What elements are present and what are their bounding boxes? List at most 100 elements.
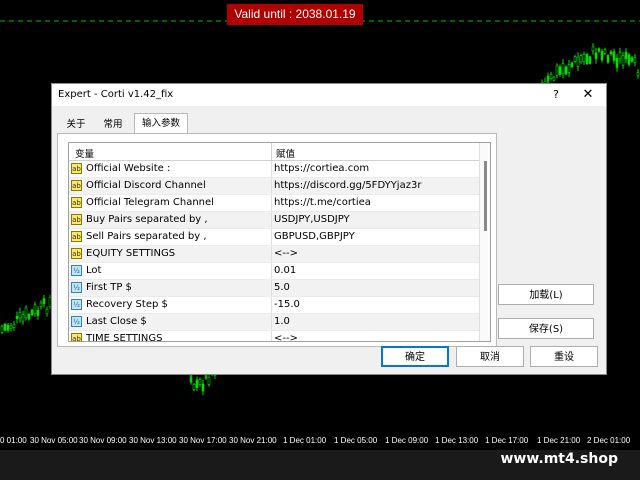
variable-value[interactable]: https://cortiea.com (274, 163, 369, 174)
header-variable[interactable]: 变量 (75, 146, 94, 160)
candle-body (564, 66, 568, 75)
candle-body (570, 62, 574, 67)
candle-body (600, 51, 604, 61)
time-tick: 0 01:00 (0, 436, 27, 445)
variable-name: Sell Pairs separated by , (86, 231, 207, 242)
dialog-title: Expert - Corti v1.42_fix (58, 89, 174, 100)
candle-body (579, 55, 583, 63)
time-tick: 1 Dec 21:00 (537, 436, 581, 445)
table-row[interactable]: ab TIME SETTINGS <--> (69, 331, 479, 341)
candle-body (39, 302, 43, 308)
candle-body (633, 57, 637, 63)
candle-body (606, 55, 610, 63)
save-button[interactable]: 保存(S) (498, 318, 594, 339)
table-row[interactable]: ab Sell Pairs separated by , GBPUSD,GBPJ… (69, 229, 479, 246)
table-row[interactable]: ab EQUITY SETTINGS <--> (69, 246, 479, 263)
table-row[interactable]: ab Official Website : https://cortiea.co… (69, 161, 479, 178)
variable-name: Official Website : (86, 163, 171, 174)
close-icon[interactable]: ✕ (580, 87, 596, 103)
time-tick: 30 Nov 21:00 (229, 436, 277, 445)
candle-body (195, 379, 199, 388)
candle-body (24, 307, 28, 319)
tab-common[interactable]: 常用 (97, 116, 129, 133)
string-type-icon: ab (71, 180, 82, 191)
candle-body (588, 56, 592, 64)
string-type-icon: ab (71, 231, 82, 242)
table-header: 变量 赋值 (69, 143, 479, 161)
candle-body (552, 76, 556, 81)
candle-body (9, 325, 13, 329)
tab-inputs[interactable]: 输入参数 (134, 113, 188, 134)
candle-body (549, 73, 553, 79)
candle-body (621, 55, 625, 66)
table-row[interactable]: ½ Lot 0.01 (69, 263, 479, 280)
candle-body (42, 298, 46, 305)
expert-properties-dialog: Expert - Corti v1.42_fix ? ✕ 关于 常用 输入参数 … (51, 83, 607, 375)
candle-body (624, 51, 628, 60)
variable-value[interactable]: USDJPY,USDJPY (274, 214, 350, 225)
table-row[interactable]: ab Official Telegram Channel https://t.m… (69, 195, 479, 212)
string-type-icon: ab (71, 214, 82, 225)
time-tick: 2 Dec 01:00 (587, 436, 631, 445)
variable-value[interactable]: GBPUSD,GBPJPY (274, 231, 355, 242)
inputs-table: 变量 赋值 ab Official Website : https://cort… (68, 142, 491, 342)
table-row[interactable]: ½ Recovery Step $ -15.0 (69, 297, 479, 314)
reset-button[interactable]: 重设 (530, 346, 598, 367)
variable-value[interactable]: 1.0 (274, 316, 290, 327)
candle-body (546, 75, 550, 83)
candle-body (0, 325, 4, 333)
candle-body (636, 72, 640, 76)
number-type-icon: ½ (71, 316, 82, 327)
candle-body (21, 314, 25, 322)
time-tick: 1 Dec 13:00 (435, 436, 479, 445)
candle-body (33, 304, 37, 315)
time-tick: 30 Nov 13:00 (129, 436, 177, 445)
candle-body (6, 324, 10, 331)
cancel-button[interactable]: 取消 (456, 346, 524, 367)
candle-body (15, 315, 19, 319)
candle-body (12, 323, 16, 328)
candle-body (201, 383, 205, 392)
candle-body (609, 51, 613, 55)
inputs-panel: 变量 赋值 ab Official Website : https://cort… (57, 133, 497, 347)
candle-body (597, 48, 601, 52)
table-row[interactable]: ½ First TP $ 5.0 (69, 280, 479, 297)
ok-button[interactable]: 确定 (381, 346, 449, 367)
candle-body (567, 64, 571, 73)
help-button[interactable]: ? (548, 87, 564, 103)
valid-until-label: Valid until : 2038.01.19 (227, 4, 363, 25)
scrollbar-thumb[interactable] (484, 161, 487, 231)
load-button[interactable]: 加载(L) (498, 284, 594, 305)
candle-body (561, 63, 565, 74)
tab-about[interactable]: 关于 (61, 116, 91, 133)
variable-name: Recovery Step $ (86, 299, 168, 310)
candle-body (582, 54, 586, 63)
variable-value[interactable]: -15.0 (274, 299, 300, 310)
table-scrollbar[interactable] (479, 143, 490, 341)
dialog-titlebar[interactable]: Expert - Corti v1.42_fix ? ✕ (52, 84, 606, 106)
candle-body (573, 56, 577, 62)
variable-name: Official Discord Channel (86, 180, 206, 191)
variable-name: Buy Pairs separated by , (86, 214, 208, 225)
number-type-icon: ½ (71, 265, 82, 276)
variable-name: Official Telegram Channel (86, 197, 214, 208)
variable-value[interactable]: https://discord.gg/5FDYYjaz3r (274, 180, 421, 191)
variable-value[interactable]: <--> (274, 333, 298, 341)
string-type-icon: ab (71, 248, 82, 259)
header-value[interactable]: 赋值 (276, 146, 295, 160)
variable-value[interactable]: <--> (274, 248, 298, 259)
table-row[interactable]: ab Official Discord Channel https://disc… (69, 178, 479, 195)
variable-name: First TP $ (86, 282, 132, 293)
candle-body (615, 58, 619, 68)
candle-body (192, 384, 196, 390)
time-axis: 0 01:00 30 Nov 05:00 30 Nov 09:00 30 Nov… (0, 436, 640, 448)
string-type-icon: ab (71, 163, 82, 174)
time-tick: 30 Nov 09:00 (79, 436, 127, 445)
table-row[interactable]: ½ Last Close $ 1.0 (69, 314, 479, 331)
variable-value[interactable]: 0.01 (274, 265, 296, 276)
variable-value[interactable]: 5.0 (274, 282, 290, 293)
table-row[interactable]: ab Buy Pairs separated by , USDJPY,USDJP… (69, 212, 479, 229)
variable-value[interactable]: https://t.me/cortiea (274, 197, 371, 208)
candle-body (198, 379, 202, 385)
time-tick: 1 Dec 09:00 (385, 436, 429, 445)
